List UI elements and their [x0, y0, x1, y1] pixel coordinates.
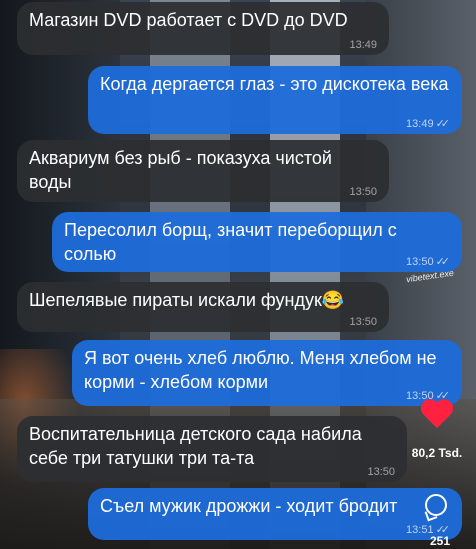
comment-button[interactable] — [420, 494, 454, 522]
like-button[interactable]: 80,2 Tsd. — [402, 398, 472, 460]
message-incoming[interactable]: Магазин DVD работает с DVD до DVD 13:49 — [17, 2, 389, 55]
message-incoming[interactable]: Воспитательница детского сада набила себ… — [17, 416, 407, 482]
message-time: 13:50 — [406, 256, 434, 268]
like-count: 80,2 Tsd. — [411, 446, 463, 460]
comment-icon — [423, 494, 451, 522]
message-text: Магазин DVD работает с DVD до DVD — [29, 10, 348, 30]
message-text: Пересолил борщ, значит переборщил с соль… — [64, 220, 397, 264]
heart-icon — [420, 398, 454, 430]
message-text: Воспитательница детского сада набила себ… — [29, 424, 362, 468]
message-time: 13:50 — [349, 186, 377, 198]
message-incoming[interactable]: Аквариум без рыб - показуха чистой воды … — [17, 140, 389, 202]
message-outgoing[interactable]: Когда дергается глаз - это дискотека век… — [88, 66, 462, 134]
message-time: 13:50 — [349, 316, 377, 328]
read-checkmark-icon: ✓✓ — [435, 118, 451, 130]
message-text: Я вот очень хлеб люблю. Меня хлебом не к… — [84, 348, 437, 392]
comment-count: 251 — [429, 534, 450, 548]
message-text: Аквариум без рыб - показуха чистой воды — [29, 148, 332, 192]
message-text: Съел мужик дрожжи - ходит бродит — [100, 496, 398, 516]
message-outgoing[interactable]: Пересолил борщ, значит переборщил с соль… — [52, 212, 462, 272]
chat-thread: Магазин DVD работает с DVD до DVD 13:49 … — [0, 0, 476, 549]
message-incoming[interactable]: Шепелявые пираты искали фундук😂 13:50 — [17, 282, 389, 332]
message-time: 13:49 — [406, 118, 434, 130]
message-outgoing[interactable]: Я вот очень хлеб люблю. Меня хлебом не к… — [72, 340, 462, 406]
message-outgoing[interactable]: Съел мужик дрожжи - ходит бродит 13:51 ✓✓ — [88, 488, 462, 540]
read-checkmark-icon: ✓✓ — [435, 256, 451, 268]
message-text: Шепелявые пираты искали фундук😂 — [29, 290, 345, 310]
message-time: 13:50 — [367, 466, 395, 478]
message-text: Когда дергается глаз - это дискотека век… — [100, 74, 449, 94]
message-time: 13:49 — [349, 39, 377, 51]
